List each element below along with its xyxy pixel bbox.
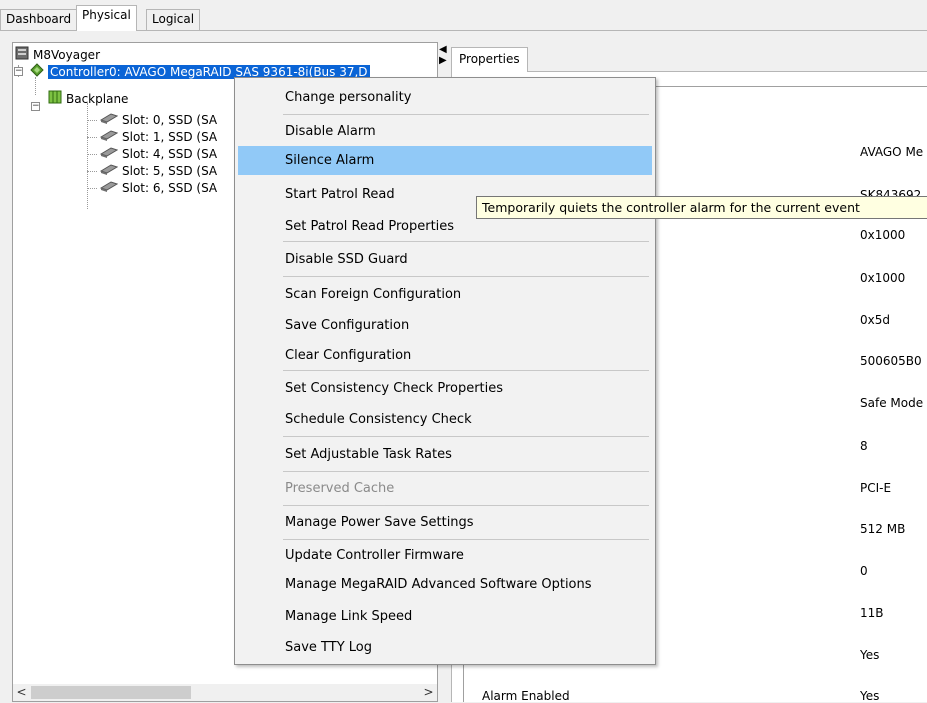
tab-physical[interactable]: Physical bbox=[76, 5, 137, 31]
menu-item-set-consistency-check-properties[interactable]: Set Consistency Check Properties bbox=[238, 374, 652, 403]
tree-root[interactable]: M8Voyager bbox=[15, 46, 100, 63]
tooltip: Temporarily quiets the controller alarm … bbox=[476, 196, 927, 219]
property-value: 0 bbox=[860, 564, 868, 578]
property-value: 512 MB bbox=[860, 522, 906, 536]
menu-item-save-configuration[interactable]: Save Configuration bbox=[238, 311, 652, 340]
property-value: 0x1000 bbox=[860, 271, 906, 285]
property-label-alarm-enabled: Alarm Enabled bbox=[482, 689, 570, 703]
property-value: 500605B0 bbox=[860, 354, 922, 368]
collapse-backplane-icon[interactable]: − bbox=[31, 102, 40, 111]
tree-slot[interactable]: Slot: 1, SSD (SA bbox=[98, 129, 217, 146]
menu-separator bbox=[283, 505, 649, 506]
server-icon bbox=[15, 46, 29, 65]
property-value: 0x1000 bbox=[860, 228, 906, 242]
collapse-left-icon[interactable]: ◀ bbox=[439, 45, 447, 55]
menu-separator bbox=[283, 114, 649, 115]
collapse-controller-icon[interactable]: − bbox=[14, 67, 23, 76]
menu-item-disable-alarm[interactable]: Disable Alarm bbox=[238, 117, 652, 146]
property-value: 11B bbox=[860, 606, 884, 620]
menu-separator bbox=[283, 241, 649, 242]
menu-item-clear-configuration[interactable]: Clear Configuration bbox=[238, 341, 652, 370]
menu-separator bbox=[283, 436, 649, 437]
tab-divider bbox=[0, 30, 927, 31]
tree-slot[interactable]: Slot: 6, SSD (SA bbox=[98, 180, 217, 197]
menu-item-disable-ssd-guard[interactable]: Disable SSD Guard bbox=[238, 245, 652, 274]
menu-item-manage-advanced-software-options[interactable]: Manage MegaRAID Advanced Software Option… bbox=[238, 570, 652, 599]
drive-icon bbox=[98, 146, 119, 163]
scroll-right-icon[interactable]: > bbox=[420, 684, 437, 701]
tree-root-label: M8Voyager bbox=[33, 48, 100, 62]
property-value: 8 bbox=[860, 439, 868, 453]
tree-backplane[interactable]: Backplane bbox=[48, 90, 128, 107]
tree-backplane-label: Backplane bbox=[66, 92, 129, 106]
menu-item-scan-foreign-configuration[interactable]: Scan Foreign Configuration bbox=[238, 280, 652, 309]
tree-slot[interactable]: Slot: 0, SSD (SA bbox=[98, 112, 217, 129]
tree-slot-label: Slot: 1, SSD (SA bbox=[122, 130, 218, 144]
tab-properties[interactable]: Properties bbox=[451, 47, 528, 72]
tab-logical[interactable]: Logical bbox=[146, 9, 201, 30]
scroll-thumb[interactable] bbox=[31, 686, 191, 699]
tree-slot-label: Slot: 6, SSD (SA bbox=[122, 181, 218, 195]
tab-dashboard[interactable]: Dashboard bbox=[0, 9, 78, 30]
drive-icon bbox=[98, 180, 119, 197]
menu-item-preserved-cache: Preserved Cache bbox=[285, 481, 395, 496]
menu-item-schedule-consistency-check[interactable]: Schedule Consistency Check bbox=[238, 405, 652, 434]
tree-slot-label: Slot: 4, SSD (SA bbox=[122, 147, 218, 161]
property-value: Yes bbox=[860, 689, 880, 703]
tree-slot-label: Slot: 0, SSD (SA bbox=[122, 113, 218, 127]
property-value: PCI-E bbox=[860, 481, 892, 495]
menu-item-manage-power-save-settings[interactable]: Manage Power Save Settings bbox=[238, 508, 652, 537]
tree-hscrollbar[interactable]: < > bbox=[13, 684, 437, 701]
backplane-icon bbox=[48, 90, 62, 109]
menu-separator bbox=[283, 539, 649, 540]
collapse-right-icon[interactable]: ▶ bbox=[439, 56, 447, 66]
menu-item-change-personality[interactable]: Change personality bbox=[238, 83, 652, 112]
menu-separator bbox=[283, 370, 649, 371]
property-value: 0x5d bbox=[860, 313, 890, 327]
property-value: Yes bbox=[860, 648, 880, 662]
scroll-left-icon[interactable]: < bbox=[13, 684, 30, 701]
drive-icon bbox=[98, 129, 119, 146]
tree-slot[interactable]: Slot: 4, SSD (SA bbox=[98, 146, 217, 163]
controller-icon bbox=[30, 63, 44, 82]
property-value: Safe Mode bbox=[860, 396, 924, 410]
menu-separator bbox=[283, 471, 649, 472]
property-value: AVAGO Me bbox=[860, 145, 924, 159]
menu-item-update-controller-firmware[interactable]: Update Controller Firmware bbox=[238, 541, 652, 570]
menu-separator bbox=[283, 276, 649, 277]
drive-icon bbox=[98, 163, 119, 180]
tree-slot[interactable]: Slot: 5, SSD (SA bbox=[98, 163, 217, 180]
menu-item-manage-link-speed[interactable]: Manage Link Speed bbox=[238, 602, 652, 631]
tree-slot-label: Slot: 5, SSD (SA bbox=[122, 164, 218, 178]
left-frame bbox=[0, 31, 11, 702]
drive-icon bbox=[98, 112, 119, 129]
menu-item-set-adjustable-task-rates[interactable]: Set Adjustable Task Rates bbox=[238, 440, 652, 469]
menu-item-silence-alarm[interactable]: Silence Alarm bbox=[238, 146, 652, 175]
view-tabs: Dashboard Physical Logical bbox=[0, 0, 927, 31]
menu-item-save-tty-log[interactable]: Save TTY Log bbox=[238, 633, 652, 662]
context-menu: Change personality Disable Alarm Silence… bbox=[234, 77, 656, 665]
